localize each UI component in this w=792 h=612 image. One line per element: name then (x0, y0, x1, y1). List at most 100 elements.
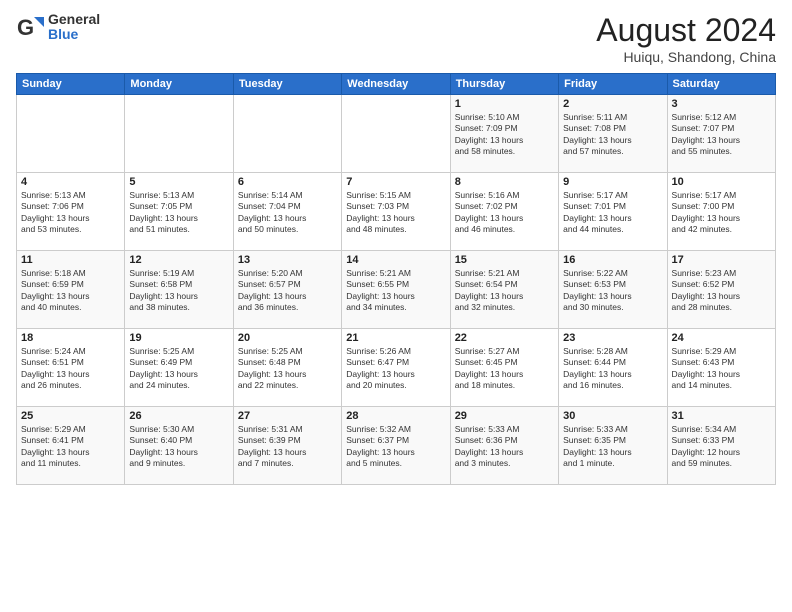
day-header-tuesday: Tuesday (233, 74, 341, 95)
calendar-table: SundayMondayTuesdayWednesdayThursdayFrid… (16, 73, 776, 485)
calendar-body: 1 Sunrise: 5:10 AM Sunset: 7:09 PM Daylig… (17, 95, 776, 485)
day-number: 11 (21, 254, 120, 266)
calendar-page: G General Blue August 2024 Huiqu, Shando… (0, 0, 792, 612)
day-cell: 26 Sunrise: 5:30 AM Sunset: 6:40 PM Dayli… (125, 407, 233, 485)
day-cell: 11Sunrise: 5:18 AM Sunset: 6:59 PM Dayli… (17, 251, 125, 329)
day-cell (233, 95, 341, 173)
day-info: Sunrise: 5:26 AM Sunset: 6:47 PM Dayligh… (346, 346, 445, 392)
week-row-1: 4Sunrise: 5:13 AM Sunset: 7:06 PM Daylig… (17, 173, 776, 251)
day-info: Sunrise: 5:28 AM Sunset: 6:44 PM Dayligh… (563, 346, 662, 392)
day-info: Sunrise: 5:22 AM Sunset: 6:53 PM Dayligh… (563, 268, 662, 314)
day-info: Sunrise: 5:17 AM Sunset: 7:01 PM Dayligh… (563, 190, 662, 236)
day-number: 10 (672, 176, 771, 188)
day-header-saturday: Saturday (667, 74, 775, 95)
day-cell: 28Sunrise: 5:32 AM Sunset: 6:37 PM Dayli… (342, 407, 450, 485)
day-cell: 13 Sunrise: 5:20 AM Sunset: 6:57 PM Dayli… (233, 251, 341, 329)
day-header-monday: Monday (125, 74, 233, 95)
day-info: Sunrise: 5:33 AM Sunset: 6:36 PM Dayligh… (455, 424, 554, 470)
day-number: 17 (672, 254, 771, 266)
logo: G General Blue (16, 12, 100, 43)
day-header-wednesday: Wednesday (342, 74, 450, 95)
day-cell: 14 Sunrise: 5:21 AM Sunset: 6:55 PM Dayli… (342, 251, 450, 329)
day-number: 25 (21, 410, 120, 422)
day-cell: 12 Sunrise: 5:19 AM Sunset: 6:58 PM Dayli… (125, 251, 233, 329)
day-cell: 25 Sunrise: 5:29 AM Sunset: 6:41 PM Dayli… (17, 407, 125, 485)
week-row-3: 18Sunrise: 5:24 AM Sunset: 6:51 PM Dayli… (17, 329, 776, 407)
day-info: Sunrise: 5:27 AM Sunset: 6:45 PM Dayligh… (455, 346, 554, 392)
day-header-friday: Friday (559, 74, 667, 95)
day-info: Sunrise: 5:16 AM Sunset: 7:02 PM Dayligh… (455, 190, 554, 236)
week-row-4: 25 Sunrise: 5:29 AM Sunset: 6:41 PM Dayli… (17, 407, 776, 485)
day-info: Sunrise: 5:14 AM Sunset: 7:04 PM Dayligh… (238, 190, 337, 236)
day-cell: 9Sunrise: 5:17 AM Sunset: 7:01 PM Daylig… (559, 173, 667, 251)
day-cell: 23 Sunrise: 5:28 AM Sunset: 6:44 PM Dayli… (559, 329, 667, 407)
day-cell: 27 Sunrise: 5:31 AM Sunset: 6:39 PM Dayli… (233, 407, 341, 485)
logo-icon: G (16, 13, 44, 41)
logo-blue: Blue (48, 26, 78, 42)
day-info: Sunrise: 5:25 AM Sunset: 6:49 PM Dayligh… (129, 346, 228, 392)
logo-general: General (48, 11, 100, 27)
day-cell: 3Sunrise: 5:12 AM Sunset: 7:07 PM Daylig… (667, 95, 775, 173)
day-info: Sunrise: 5:10 AM Sunset: 7:09 PM Dayligh… (455, 112, 554, 158)
day-number: 22 (455, 332, 554, 344)
day-number: 12 (129, 254, 228, 266)
day-info: Sunrise: 5:30 AM Sunset: 6:40 PM Dayligh… (129, 424, 228, 470)
day-number: 24 (672, 332, 771, 344)
day-number: 31 (672, 410, 771, 422)
month-year: August 2024 (596, 12, 776, 49)
day-number: 28 (346, 410, 445, 422)
day-info: Sunrise: 5:19 AM Sunset: 6:58 PM Dayligh… (129, 268, 228, 314)
day-cell (17, 95, 125, 173)
day-number: 1 (455, 98, 554, 110)
day-number: 7 (346, 176, 445, 188)
day-number: 16 (563, 254, 662, 266)
day-info: Sunrise: 5:25 AM Sunset: 6:48 PM Dayligh… (238, 346, 337, 392)
title-block: August 2024 Huiqu, Shandong, China (596, 12, 776, 65)
day-cell: 15Sunrise: 5:21 AM Sunset: 6:54 PM Dayli… (450, 251, 558, 329)
day-info: Sunrise: 5:21 AM Sunset: 6:54 PM Dayligh… (455, 268, 554, 314)
day-cell (125, 95, 233, 173)
day-cell: 7 Sunrise: 5:15 AM Sunset: 7:03 PM Daylig… (342, 173, 450, 251)
day-cell: 1 Sunrise: 5:10 AM Sunset: 7:09 PM Daylig… (450, 95, 558, 173)
day-number: 26 (129, 410, 228, 422)
week-row-0: 1 Sunrise: 5:10 AM Sunset: 7:09 PM Daylig… (17, 95, 776, 173)
day-cell: 31 Sunrise: 5:34 AM Sunset: 6:33 PM Dayli… (667, 407, 775, 485)
day-cell: 5Sunrise: 5:13 AM Sunset: 7:05 PM Daylig… (125, 173, 233, 251)
day-number: 6 (238, 176, 337, 188)
day-cell (342, 95, 450, 173)
day-number: 21 (346, 332, 445, 344)
day-cell: 16 Sunrise: 5:22 AM Sunset: 6:53 PM Dayli… (559, 251, 667, 329)
day-info: Sunrise: 5:29 AM Sunset: 6:41 PM Dayligh… (21, 424, 120, 470)
day-info: Sunrise: 5:17 AM Sunset: 7:00 PM Dayligh… (672, 190, 771, 236)
day-header-thursday: Thursday (450, 74, 558, 95)
day-cell: 29 Sunrise: 5:33 AM Sunset: 6:36 PM Dayli… (450, 407, 558, 485)
day-cell: 21 Sunrise: 5:26 AM Sunset: 6:47 PM Dayli… (342, 329, 450, 407)
day-info: Sunrise: 5:23 AM Sunset: 6:52 PM Dayligh… (672, 268, 771, 314)
day-info: Sunrise: 5:21 AM Sunset: 6:55 PM Dayligh… (346, 268, 445, 314)
day-cell: 6 Sunrise: 5:14 AM Sunset: 7:04 PM Daylig… (233, 173, 341, 251)
day-number: 27 (238, 410, 337, 422)
day-cell: 24 Sunrise: 5:29 AM Sunset: 6:43 PM Dayli… (667, 329, 775, 407)
day-info: Sunrise: 5:20 AM Sunset: 6:57 PM Dayligh… (238, 268, 337, 314)
location: Huiqu, Shandong, China (596, 49, 776, 65)
day-number: 20 (238, 332, 337, 344)
day-info: Sunrise: 5:29 AM Sunset: 6:43 PM Dayligh… (672, 346, 771, 392)
day-number: 3 (672, 98, 771, 110)
day-info: Sunrise: 5:15 AM Sunset: 7:03 PM Dayligh… (346, 190, 445, 236)
header-row: SundayMondayTuesdayWednesdayThursdayFrid… (17, 74, 776, 95)
day-number: 14 (346, 254, 445, 266)
day-number: 30 (563, 410, 662, 422)
day-number: 23 (563, 332, 662, 344)
day-info: Sunrise: 5:31 AM Sunset: 6:39 PM Dayligh… (238, 424, 337, 470)
day-number: 13 (238, 254, 337, 266)
day-cell: 17 Sunrise: 5:23 AM Sunset: 6:52 PM Dayli… (667, 251, 775, 329)
day-info: Sunrise: 5:34 AM Sunset: 6:33 PM Dayligh… (672, 424, 771, 470)
day-cell: 10 Sunrise: 5:17 AM Sunset: 7:00 PM Dayli… (667, 173, 775, 251)
day-number: 29 (455, 410, 554, 422)
day-cell: 8Sunrise: 5:16 AM Sunset: 7:02 PM Daylig… (450, 173, 558, 251)
day-info: Sunrise: 5:13 AM Sunset: 7:06 PM Dayligh… (21, 190, 120, 236)
day-cell: 22 Sunrise: 5:27 AM Sunset: 6:45 PM Dayli… (450, 329, 558, 407)
day-cell: 2Sunrise: 5:11 AM Sunset: 7:08 PM Daylig… (559, 95, 667, 173)
day-number: 5 (129, 176, 228, 188)
header: G General Blue August 2024 Huiqu, Shando… (16, 12, 776, 65)
